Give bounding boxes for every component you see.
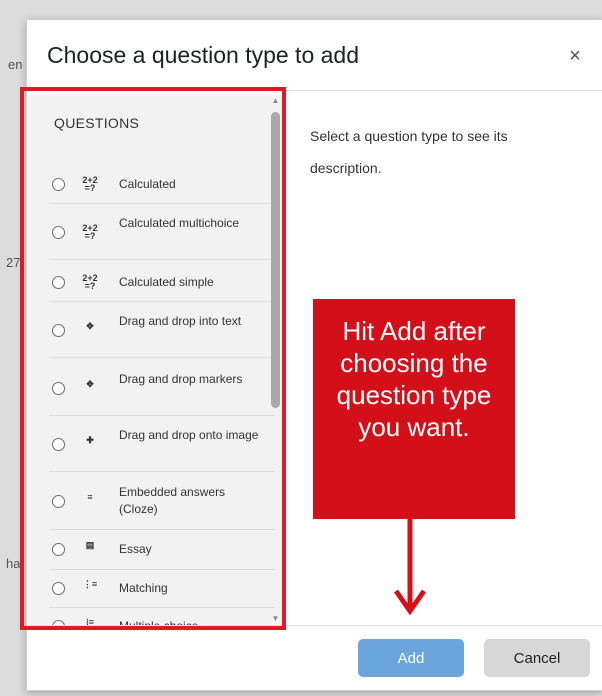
radio-button[interactable] (52, 178, 65, 191)
question-type-option[interactable]: 2+2 =? Calculated multichoice (49, 205, 274, 260)
drag-drop-markers-icon: ✥ (86, 379, 94, 389)
calculated-icon: 2+2 =? (82, 175, 98, 193)
matching-icon: ⋮≡ (82, 579, 98, 589)
option-label: Drag and drop into text (119, 314, 242, 328)
description-text: Select a question type to see its descri… (310, 128, 508, 176)
option-label: Drag and drop onto image (119, 428, 259, 442)
scrollbar-thumb[interactable] (271, 112, 280, 408)
option-label: Essay (119, 542, 152, 556)
calculated-simple-icon: 2+2 =? (82, 273, 98, 291)
radio-button[interactable] (52, 495, 65, 508)
background-fragment: 27 (6, 255, 21, 270)
question-type-option[interactable]: 2+2 =? Calculated (49, 165, 274, 204)
drag-drop-image-icon: ✚ (86, 435, 94, 445)
radio-button[interactable] (52, 543, 65, 556)
annotation-callout: Hit Add after choosing the question type… (313, 299, 515, 519)
radio-button[interactable] (52, 276, 65, 289)
background-fragment: ha (6, 556, 21, 571)
radio-button[interactable] (52, 226, 65, 239)
question-type-option[interactable]: 2+2 =? Calculated simple (49, 263, 274, 302)
option-label: Drag and drop markers (119, 372, 243, 386)
option-label: Calculated multichoice (119, 216, 240, 230)
radio-button[interactable] (52, 324, 65, 337)
cancel-button[interactable]: Cancel (484, 639, 590, 677)
cloze-icon: ≡ (87, 492, 93, 502)
option-label: Calculated (119, 177, 176, 191)
add-button[interactable]: Add (358, 639, 464, 677)
radio-button[interactable] (52, 582, 65, 595)
question-type-option[interactable]: ▤ Essay (49, 529, 274, 570)
question-type-list[interactable]: QUESTIONS 2+2 =? Calculated 2+2 =? Calculat… (27, 95, 282, 630)
section-title: QUESTIONS (54, 115, 140, 131)
radio-button[interactable] (52, 438, 65, 451)
essay-icon: ▤ (85, 540, 95, 550)
dialog-header: Choose a question type to add × (27, 20, 602, 91)
scroll-down-arrow-icon[interactable]: ▼ (269, 613, 282, 625)
calculated-multichoice-icon: 2+2 =? (82, 223, 98, 241)
dialog-title: Choose a question type to add (47, 42, 360, 68)
question-type-option[interactable]: ✥ Drag and drop markers (49, 361, 274, 416)
question-type-option[interactable]: ✚ Drag and drop onto image (49, 417, 274, 472)
question-type-option[interactable]: ⋮≡ Matching (49, 569, 274, 608)
question-type-option[interactable]: ✥ Drag and drop into text (49, 303, 274, 358)
close-icon[interactable]: × (565, 46, 585, 66)
background-fragment: en (8, 57, 23, 72)
option-label: Embedded answers (Cloze) (119, 485, 226, 516)
option-label: Calculated simple (119, 275, 214, 289)
radio-button[interactable] (52, 382, 65, 395)
down-arrow-icon (393, 519, 427, 616)
scroll-up-arrow-icon[interactable]: ▲ (269, 95, 282, 107)
drag-drop-text-icon: ✥ (86, 321, 94, 331)
option-label: Matching (119, 581, 168, 595)
question-type-option[interactable]: ≡ Embedded answers (Cloze) (49, 473, 274, 530)
